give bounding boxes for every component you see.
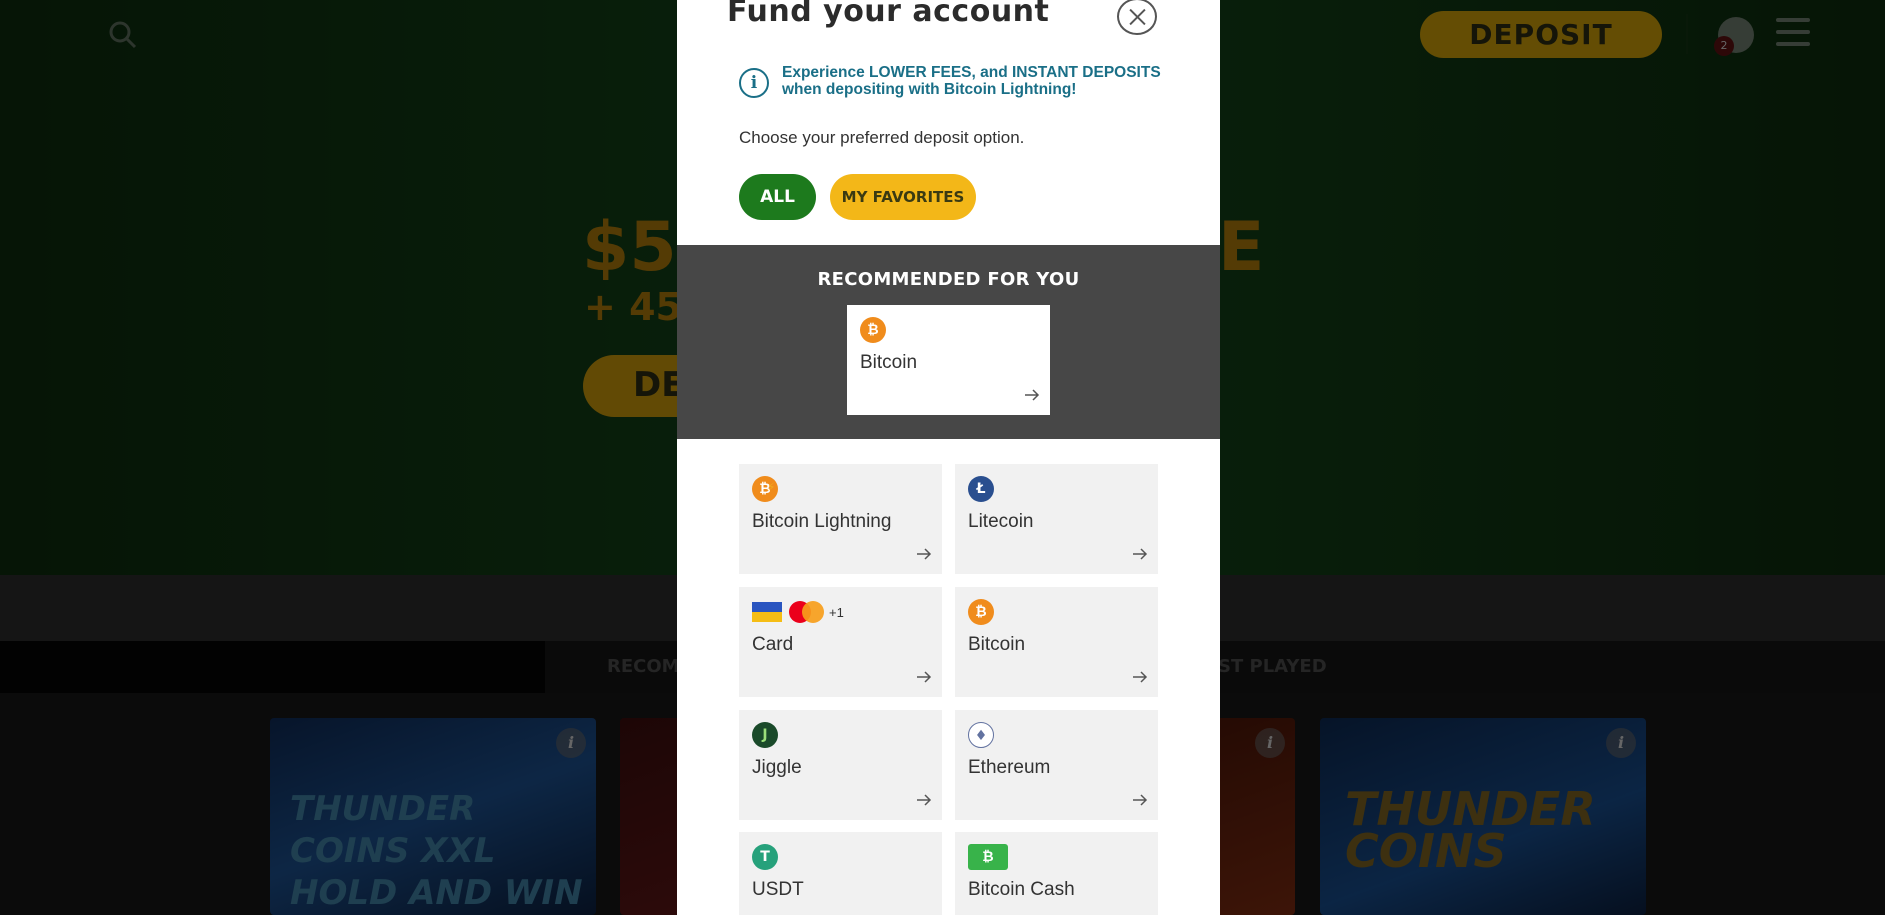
arrow-right-icon: [1133, 794, 1148, 806]
bitcoin-cash-icon: ₿: [968, 844, 1008, 870]
arrow-right-icon: [1133, 548, 1148, 560]
option-label: Bitcoin Cash: [968, 879, 1075, 900]
jiggle-icon: J: [752, 722, 778, 748]
arrow-right-icon: [1025, 389, 1040, 401]
option-ethereum[interactable]: ♦ Ethereum: [955, 710, 1158, 820]
option-label: Litecoin: [968, 511, 1034, 532]
recommended-title: RECOMMENDED FOR YOU: [817, 269, 1080, 290]
option-label: Bitcoin: [968, 634, 1026, 655]
modal-title: Fund your account: [727, 0, 1050, 29]
filter-all-button[interactable]: ALL: [739, 174, 816, 220]
bitcoin-icon: ₿: [860, 317, 886, 343]
usdt-icon: T: [752, 844, 778, 870]
arrow-right-icon: [1133, 671, 1148, 683]
option-bitcoin-lightning[interactable]: ₿ ⚡ Bitcoin Lightning: [739, 464, 942, 574]
option-label: Ethereum: [968, 757, 1051, 778]
option-label: Bitcoin Lightning: [752, 511, 892, 532]
option-jiggle[interactable]: J Jiggle: [739, 710, 942, 820]
option-label: Card: [752, 634, 794, 655]
info-icon: i: [739, 68, 769, 98]
arrow-right-icon: [917, 794, 932, 806]
bitcoin-icon: ₿: [968, 599, 994, 625]
recommended-option-bitcoin[interactable]: ₿ Bitcoin: [847, 305, 1050, 415]
mastercard-icon: [789, 601, 825, 623]
close-icon[interactable]: [1117, 0, 1157, 35]
option-usdt[interactable]: T USDT: [739, 832, 942, 915]
filter-favorites-button[interactable]: MY FAVORITES: [830, 174, 976, 220]
option-card[interactable]: +1 Card: [739, 587, 942, 697]
option-litecoin[interactable]: Ł Litecoin: [955, 464, 1158, 574]
option-label: Jiggle: [752, 757, 802, 778]
arrow-right-icon: [917, 671, 932, 683]
ethereum-icon: ♦: [968, 722, 994, 748]
option-bitcoin-cash[interactable]: ₿ Bitcoin Cash: [955, 832, 1158, 915]
recommended-section: RECOMMENDED FOR YOU ₿ Bitcoin: [677, 245, 1220, 439]
lightning-bolt-icon: ⚡: [767, 480, 776, 494]
option-bitcoin[interactable]: ₿ Bitcoin: [955, 587, 1158, 697]
fund-account-modal: Fund your account i Experience LOWER FEE…: [677, 0, 1220, 915]
lightning-info-text: Experience LOWER FEES, and INSTANT DEPOS…: [782, 64, 1161, 98]
arrow-right-icon: [917, 548, 932, 560]
litecoin-icon: Ł: [968, 476, 994, 502]
choose-option-text: Choose your preferred deposit option.: [739, 128, 1025, 147]
option-label: USDT: [752, 879, 804, 900]
more-brands-count: +1: [829, 605, 844, 620]
visa-icon: [752, 602, 782, 622]
option-label: Bitcoin: [860, 352, 918, 373]
